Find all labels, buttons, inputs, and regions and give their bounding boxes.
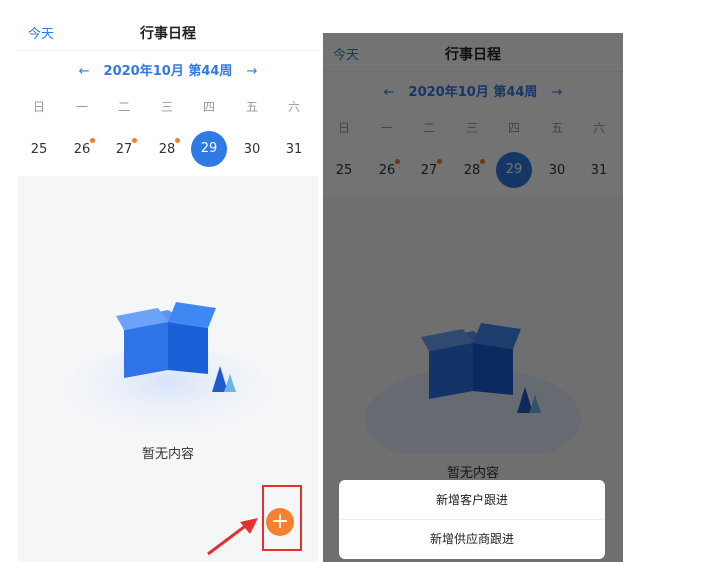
weekday-label: 一: [75, 100, 88, 114]
prev-week-arrow-icon[interactable]: ←: [75, 64, 93, 79]
calendar-screen-default: 今天 行事日程 ← 2020年10月 第44周 → 日 一 二 三 四 五 六 …: [18, 12, 318, 562]
calendar-screen-action-sheet: 今天 行事日程 ← 2020年10月 第44周 → 日 一 二 三 四 五 六 …: [323, 33, 623, 562]
week-navigator: ← 2020年10月 第44周 →: [18, 50, 318, 85]
highlight-box: [262, 485, 302, 551]
next-week-arrow-icon[interactable]: →: [243, 64, 261, 79]
calendar-day[interactable]: 26: [67, 141, 97, 159]
calendar-day[interactable]: 27: [109, 141, 139, 159]
action-sheet: 新增客户跟进 新增供应商跟进: [339, 480, 605, 559]
week-calendar: 日 一 二 三 四 五 六 25 26 27 28 29 30 31: [18, 84, 318, 176]
week-label: 2020年10月 第44周: [103, 64, 233, 79]
calendar-day[interactable]: 31: [279, 141, 309, 159]
weekday-label: 二: [117, 100, 130, 114]
top-bar: 今天 行事日程: [18, 12, 318, 50]
weekday-label: 六: [287, 100, 300, 114]
add-supplier-followup-option[interactable]: 新增供应商跟进: [339, 520, 605, 558]
add-customer-followup-option[interactable]: 新增客户跟进: [339, 481, 605, 519]
calendar-day[interactable]: 25: [24, 141, 54, 159]
empty-state-text: 暂无内容: [141, 447, 194, 462]
calendar-day-selected[interactable]: 29: [191, 131, 227, 167]
event-dot-icon: [90, 138, 95, 143]
event-dot-icon: [132, 138, 137, 143]
weekday-label: 四: [202, 100, 215, 114]
calendar-day[interactable]: 28: [152, 141, 182, 159]
weekday-label: 日: [32, 100, 45, 114]
event-dot-icon: [175, 138, 180, 143]
pointer-arrow-icon: [207, 518, 258, 556]
page-title: 行事日程: [140, 26, 196, 42]
calendar-day[interactable]: 30: [237, 141, 267, 159]
weekday-label: 五: [245, 100, 258, 114]
weekday-label: 三: [160, 100, 173, 114]
empty-box-illustration-icon: [60, 302, 276, 432]
